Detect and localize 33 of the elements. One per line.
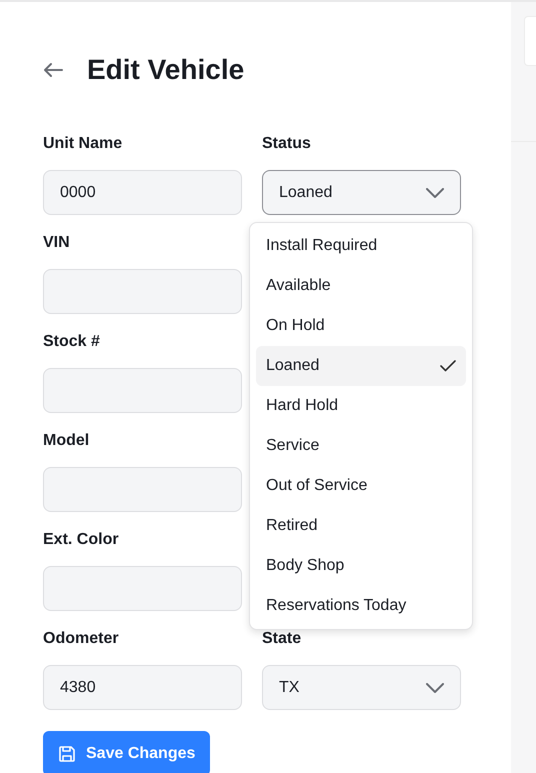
select-field[interactable]: Loaned [262,170,461,215]
dropdown-option[interactable]: Body Shop [256,546,466,586]
dropdown-option[interactable]: Service [256,426,466,466]
field-label: VIN [43,233,71,253]
save-button[interactable]: Save Changes [43,731,210,773]
field-label: Ext. Color [43,530,120,550]
dropdown-option[interactable]: Retired [256,506,466,546]
dropdown-option[interactable]: Out of Service [256,466,466,506]
back-arrow-icon[interactable] [43,62,63,78]
dropdown-option[interactable]: Loaned [256,346,466,386]
input-field[interactable]: 0000 [43,170,242,215]
dropdown-option[interactable]: Install Required [256,226,466,266]
field-label: State [262,629,302,649]
dropdown-option[interactable]: Hard Hold [256,386,466,426]
field-label: Unit Name [43,134,124,154]
field-label: Odometer [43,629,120,649]
page-title: Edit Vehicle [87,53,244,87]
chevron-down-icon [426,188,444,198]
field-label: Stock # [43,332,101,352]
dropdown-option[interactable]: On Hold [256,306,466,346]
dropdown-option[interactable]: Available [256,266,466,306]
chevron-down-icon [426,682,444,692]
input-field[interactable] [43,368,242,413]
field-label: Model [43,431,90,451]
select-field[interactable]: TX [262,665,461,710]
input-field[interactable]: 4380 [43,665,242,710]
input-field[interactable] [43,467,242,512]
input-field[interactable] [43,566,242,611]
dropdown-option[interactable]: Reservations Today [256,586,466,626]
check-icon [440,360,456,372]
input-field[interactable] [43,269,242,314]
field-label: Status [262,134,312,154]
save-icon [58,744,76,762]
